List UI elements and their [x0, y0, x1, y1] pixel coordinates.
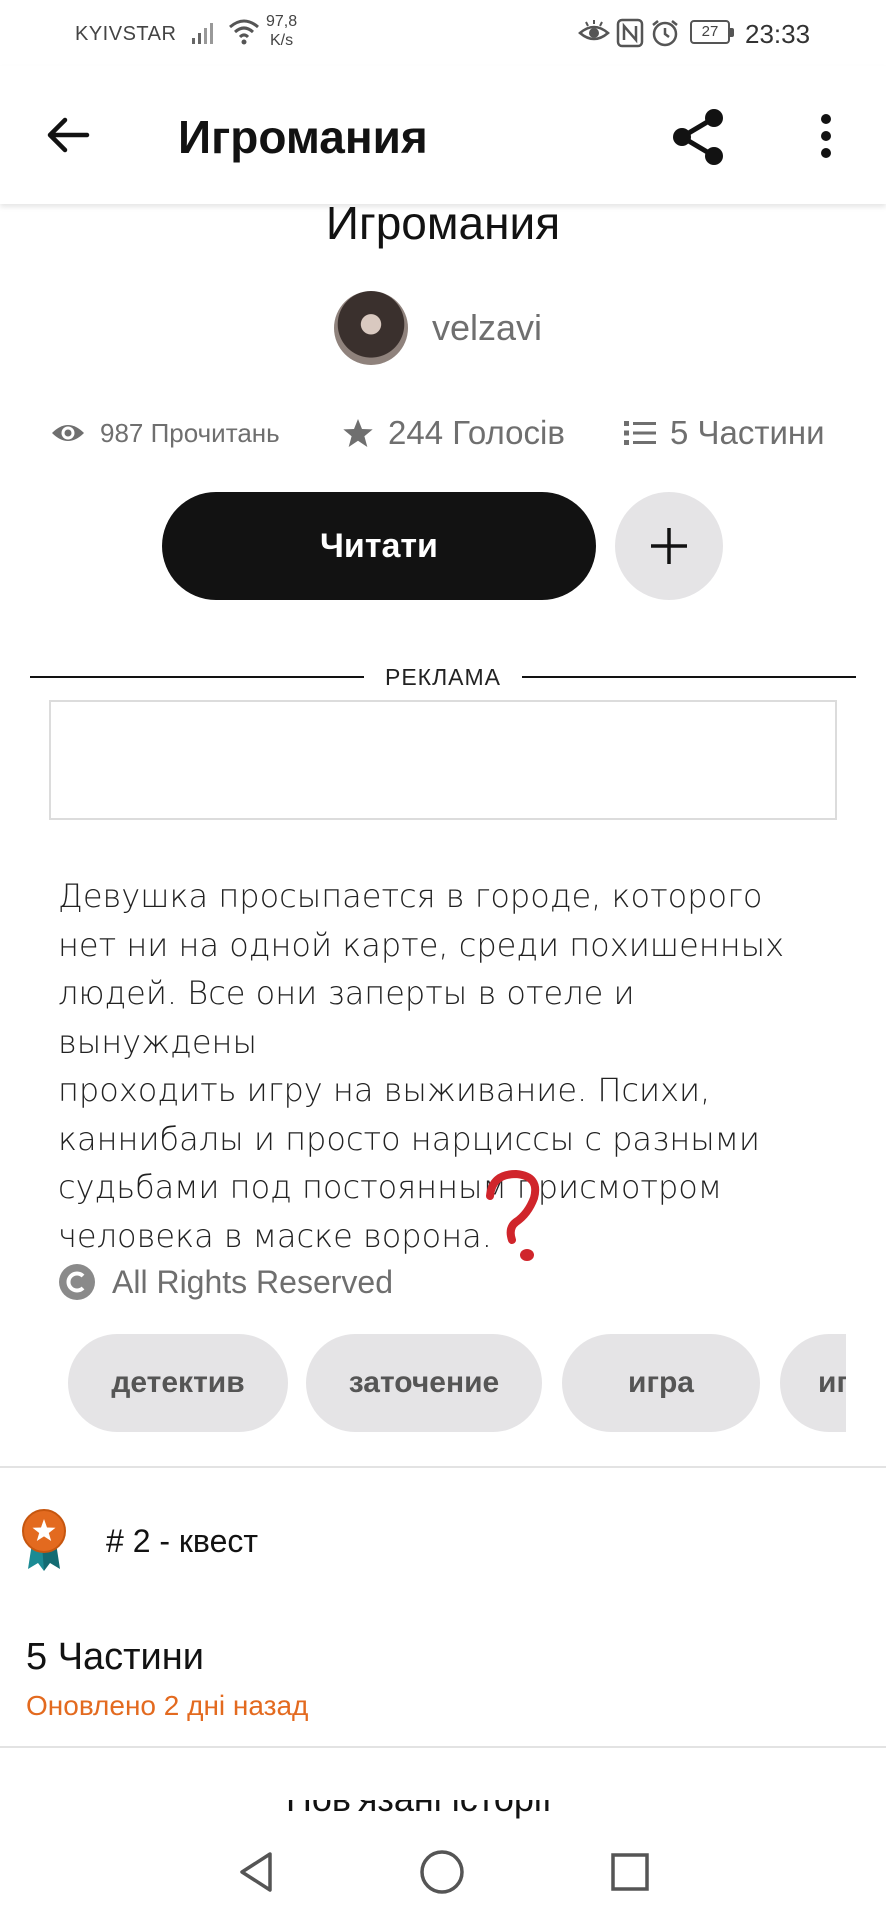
- description-line: людей. Все они заперты в отеле и вынужде…: [58, 974, 635, 1061]
- parts-title[interactable]: 5 Частини: [26, 1636, 204, 1679]
- description-line: Девушка просыпается в городе, которого: [58, 877, 763, 915]
- read-button[interactable]: Читати: [162, 492, 596, 600]
- ad-divider-right: [522, 676, 856, 678]
- nav-recents-button[interactable]: [600, 1842, 660, 1902]
- nfc-icon: [616, 18, 644, 48]
- recents-square-icon: [611, 1853, 649, 1891]
- back-button[interactable]: [40, 107, 96, 163]
- plus-icon: [651, 528, 687, 564]
- tag-chip[interactable]: заточение: [306, 1334, 542, 1432]
- ranking-badge-icon: [22, 1509, 66, 1571]
- back-triangle-icon: [240, 1852, 272, 1892]
- votes-stat: 244 Голосів: [342, 408, 565, 458]
- ranking-label[interactable]: # 2 - квест: [106, 1523, 258, 1560]
- tag-chip[interactable]: игра: [562, 1334, 760, 1432]
- description-line: проходить игру на выживание. Психи,: [58, 1071, 711, 1109]
- tag-chip[interactable]: детектив: [68, 1334, 288, 1432]
- updated-label: Оновлено 2 дні назад: [26, 1690, 309, 1721]
- divider: [0, 1466, 886, 1468]
- speed-value: 97,8: [266, 13, 298, 30]
- more-vert-icon: [821, 114, 831, 158]
- ranking-row[interactable]: # 2 - квест: [20, 1506, 258, 1576]
- copyright-icon: [59, 1264, 95, 1300]
- related-section-label: Пов'язані історії: [286, 1800, 616, 1820]
- tag-list[interactable]: детектив заточение игра иг: [68, 1334, 846, 1432]
- list-icon: [624, 421, 656, 445]
- signal-icon: [192, 23, 213, 44]
- app-bar: Игромания: [0, 66, 886, 204]
- story-stats: 987 Прочитань 244 Голосів 5 Частини: [0, 408, 886, 458]
- network-speed: 97,8 K/s: [266, 12, 297, 50]
- arrow-left-icon: [47, 117, 90, 153]
- eye-icon: [52, 425, 84, 441]
- alarm-icon: [652, 20, 678, 47]
- license-label: All Rights Reserved: [112, 1263, 393, 1300]
- description-line: нет ни на одной карте, среди похишенных: [58, 925, 785, 964]
- eye-comfort-icon: [578, 20, 610, 41]
- nav-home-button[interactable]: [412, 1842, 472, 1902]
- related-section-title: Пов'язані історії: [286, 1800, 616, 1822]
- share-button[interactable]: [664, 102, 734, 172]
- ad-banner[interactable]: [49, 700, 837, 820]
- carrier-name: KYIVSTAR: [75, 23, 177, 45]
- avatar[interactable]: [334, 291, 408, 365]
- parts-stat: 5 Частини: [624, 408, 825, 458]
- clock: 23:33: [745, 19, 811, 49]
- description-line: каннибалы и просто нарциссы с разными: [58, 1119, 760, 1158]
- home-circle-icon: [420, 1850, 464, 1894]
- star-icon: [343, 419, 373, 447]
- parts-count: 5 Частини: [670, 414, 825, 451]
- battery-indicator: 27: [690, 20, 734, 44]
- description-line: судьбами под постоянным присмотром: [58, 1168, 723, 1206]
- system-nav-bar: [0, 1822, 886, 1920]
- status-bar: KYIVSTAR 97,8 K/s 27 23:33: [0, 0, 886, 66]
- author-name[interactable]: velzavi: [432, 307, 542, 349]
- tag-chip[interactable]: иг: [780, 1334, 846, 1432]
- description-line: человека в маске ворона.: [58, 1216, 492, 1255]
- nav-back-button[interactable]: [226, 1842, 286, 1902]
- divider: [0, 1746, 886, 1748]
- reads-stat: 987 Прочитань: [50, 408, 280, 458]
- ad-header: РЕКЛАМА: [30, 660, 856, 694]
- votes-count: 244 Голосів: [388, 414, 565, 451]
- wifi-icon: [229, 19, 259, 45]
- more-options-button[interactable]: [806, 106, 846, 166]
- add-to-library-button[interactable]: [615, 492, 723, 600]
- speed-unit: K/s: [270, 32, 294, 49]
- author-link[interactable]: velzavi: [334, 290, 542, 366]
- app-bar-title: Игромания: [178, 111, 428, 163]
- share-icon: [673, 109, 723, 165]
- story-description: Девушка просыпается в городе, которого н…: [58, 872, 838, 1260]
- question-mark-annotation-icon: [486, 1169, 540, 1261]
- story-title: Игромания: [325, 197, 561, 249]
- license-info: All Rights Reserved: [58, 1262, 393, 1302]
- reads-count: 987 Прочитань: [100, 417, 280, 448]
